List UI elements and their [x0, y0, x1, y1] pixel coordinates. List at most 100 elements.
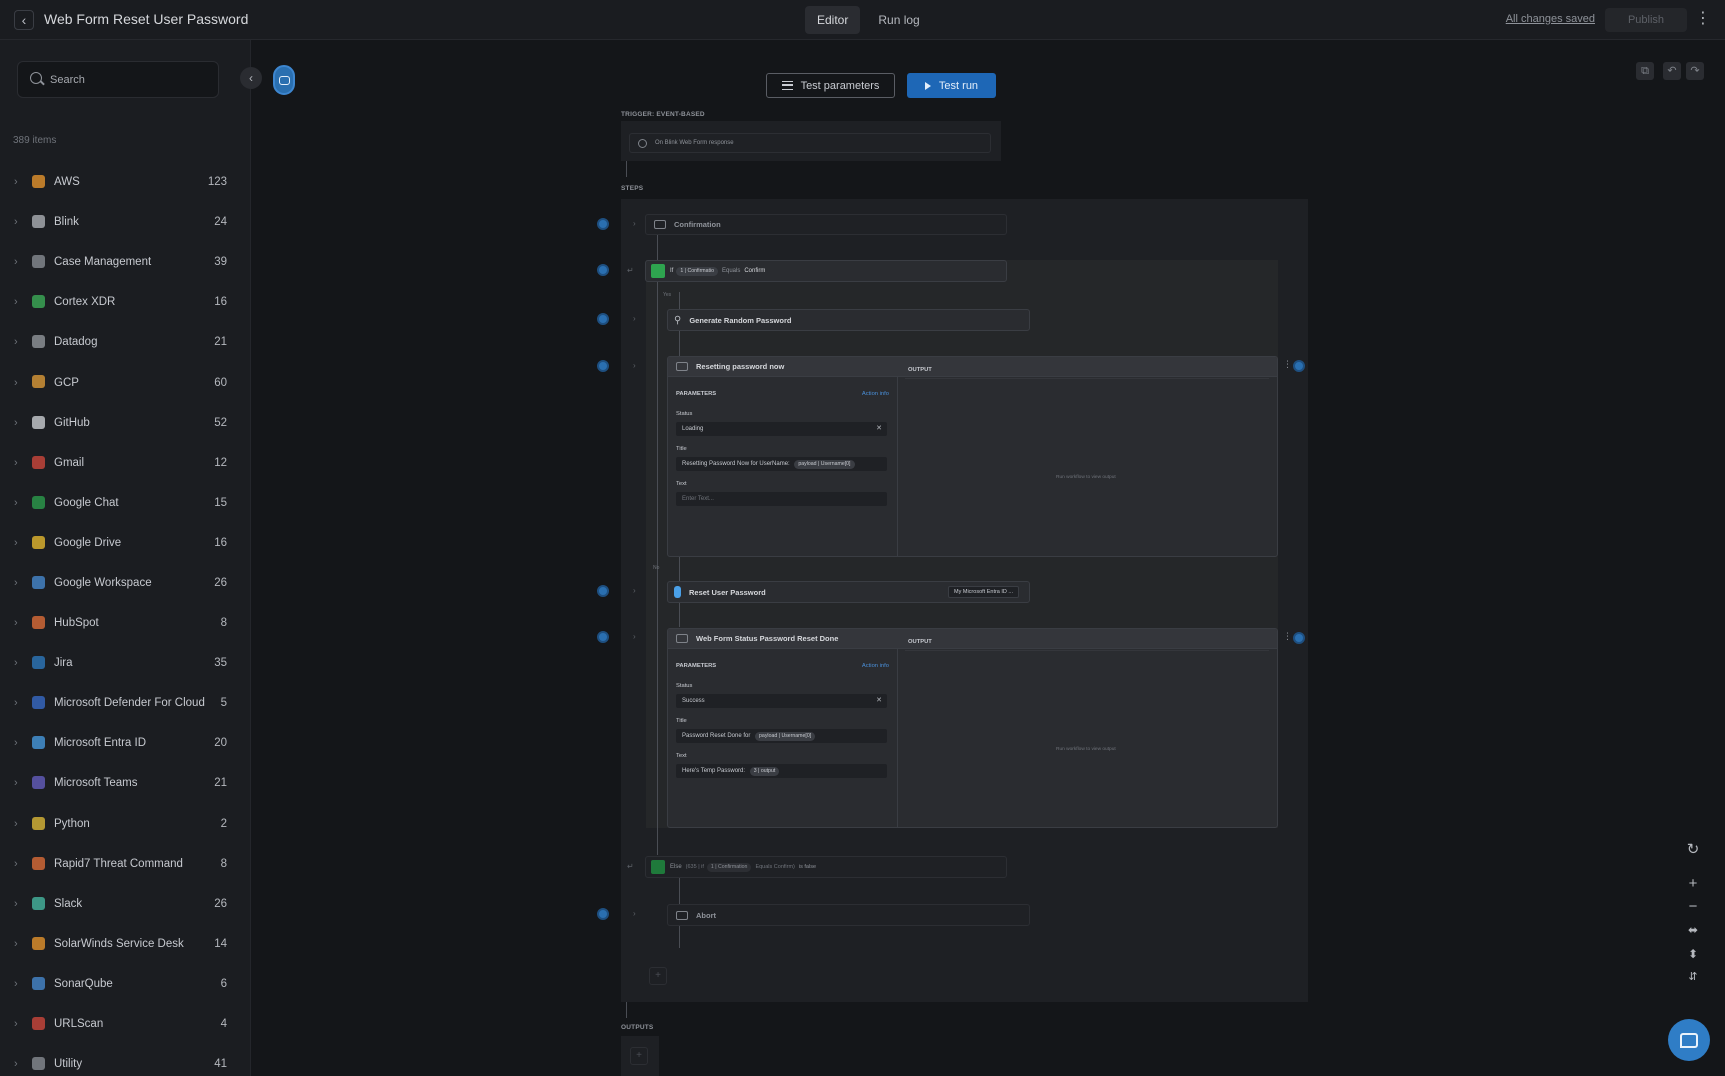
title-field[interactable]: Password Reset Done for payload | Userna…	[676, 729, 887, 743]
list-item[interactable]: › GitHub 52	[0, 403, 251, 443]
list-item[interactable]: › Gmail 12	[0, 443, 251, 483]
clear-icon[interactable]: ✕	[876, 694, 882, 708]
add-step-icon[interactable]: +	[649, 967, 667, 985]
list-item[interactable]: › SonarQube 6	[0, 964, 251, 1004]
chevron-right-icon[interactable]: ›	[14, 858, 18, 870]
chevron-right-icon[interactable]: ›	[14, 497, 18, 509]
chevron-right-icon[interactable]: ›	[14, 657, 18, 669]
step-menu-icon[interactable]: ⋮	[1283, 631, 1292, 642]
save-status[interactable]: All changes saved	[1506, 13, 1595, 25]
list-item[interactable]: › SolarWinds Service Desk 14	[0, 924, 251, 964]
test-parameters-button[interactable]: Test parameters	[766, 73, 895, 98]
list-item[interactable]: › Google Workspace 26	[0, 563, 251, 603]
step-run-icon[interactable]	[597, 360, 609, 372]
chevron-right-icon[interactable]: ›	[14, 216, 18, 228]
chevron-down-icon[interactable]: ›	[633, 361, 636, 370]
search-input[interactable]	[50, 62, 210, 97]
list-item[interactable]: › HubSpot 8	[0, 603, 251, 643]
chevron-right-icon[interactable]: ›	[14, 417, 18, 429]
title-field[interactable]: Resetting Password Now for UserName: pay…	[676, 457, 887, 471]
trigger-step[interactable]: On Blink Web Form response	[629, 133, 991, 153]
list-item[interactable]: › Rapid7 Threat Command 8	[0, 844, 251, 884]
chevron-right-icon[interactable]: ›	[14, 1018, 18, 1030]
list-item[interactable]: › Microsoft Defender For Cloud 5	[0, 683, 251, 723]
list-item[interactable]: › Cortex XDR 16	[0, 282, 251, 322]
list-item[interactable]: › GCP 60	[0, 362, 251, 402]
back-icon[interactable]: ‹	[14, 10, 34, 30]
list-item[interactable]: › Utility 41	[0, 1044, 251, 1076]
fit-height-icon[interactable]: ⬍	[1685, 946, 1701, 962]
text-field[interactable]: Here's Temp Password: 3 | output	[676, 764, 887, 778]
list-item[interactable]: › Google Chat 15	[0, 483, 251, 523]
action-info-link[interactable]: Action info	[862, 391, 889, 397]
copilot-step-icon[interactable]	[1293, 360, 1305, 372]
list-item[interactable]: › Slack 26	[0, 884, 251, 924]
list-item[interactable]: › Case Management 39	[0, 242, 251, 282]
publish-button[interactable]: Publish	[1605, 8, 1687, 32]
chat-support-button[interactable]	[1668, 1019, 1710, 1061]
zoom-in-icon[interactable]: +	[1685, 876, 1701, 892]
chevron-right-icon[interactable]: ›	[14, 938, 18, 950]
chevron-right-icon[interactable]: ›	[14, 818, 18, 830]
step-run-icon[interactable]	[597, 585, 609, 597]
clear-icon[interactable]: ✕	[876, 422, 882, 436]
chevron-right-icon[interactable]: ›	[14, 697, 18, 709]
tab-run-log[interactable]: Run log	[866, 6, 931, 34]
step-if-condition[interactable]: If 1 | Confirmatio Equals Confirm	[645, 260, 1007, 282]
chevron-right-icon[interactable]: ›	[633, 219, 636, 228]
status-field[interactable]: Loading ✕	[676, 422, 887, 436]
copy-icon[interactable]: ⧉	[1636, 62, 1654, 80]
step-run-icon[interactable]	[597, 264, 609, 276]
add-output-icon[interactable]: +	[630, 1047, 648, 1065]
step-run-icon[interactable]	[597, 218, 609, 230]
tab-editor[interactable]: Editor	[805, 6, 861, 34]
zoom-out-icon[interactable]: −	[1685, 899, 1701, 915]
branch-icon[interactable]: ↵	[627, 266, 634, 275]
list-item[interactable]: › Microsoft Entra ID 20	[0, 723, 251, 763]
redo-icon[interactable]: ↷	[1686, 62, 1704, 80]
list-item[interactable]: › Jira 35	[0, 643, 251, 683]
reset-view-icon[interactable]: ↻	[1685, 842, 1701, 858]
list-item[interactable]: › Python 2	[0, 804, 251, 844]
more-options-icon[interactable]: ⋮	[1695, 9, 1711, 29]
text-field[interactable]: Enter Text...	[676, 492, 887, 506]
copilot-icon[interactable]	[273, 65, 295, 95]
list-item[interactable]: › Google Drive 16	[0, 523, 251, 563]
connection-select[interactable]: My Microsoft Entra ID ...	[948, 586, 1019, 598]
chevron-right-icon[interactable]: ›	[14, 898, 18, 910]
step-run-icon[interactable]	[597, 908, 609, 920]
chevron-right-icon[interactable]: ›	[14, 577, 18, 589]
chevron-right-icon[interactable]: ›	[14, 737, 18, 749]
chevron-right-icon[interactable]: ›	[14, 256, 18, 268]
chevron-down-icon[interactable]: ›	[633, 632, 636, 641]
chevron-right-icon[interactable]: ›	[14, 1058, 18, 1070]
action-info-link[interactable]: Action info	[862, 663, 889, 669]
list-item[interactable]: › AWS 123	[0, 162, 251, 202]
collapse-sidebar-icon[interactable]: ‹	[240, 67, 262, 89]
chevron-right-icon[interactable]: ›	[14, 336, 18, 348]
chevron-right-icon[interactable]: ›	[14, 296, 18, 308]
undo-icon[interactable]: ↶	[1663, 62, 1681, 80]
step-header[interactable]: Web Form Status Password Reset Done	[668, 629, 1277, 649]
chevron-right-icon[interactable]: ›	[14, 377, 18, 389]
step-run-icon[interactable]	[597, 313, 609, 325]
step-abort[interactable]: Abort	[667, 904, 1030, 926]
copilot-step-icon[interactable]	[1293, 632, 1305, 644]
step-generate-password[interactable]: ⚲ Generate Random Password	[667, 309, 1030, 331]
chevron-right-icon[interactable]: ›	[14, 457, 18, 469]
list-item[interactable]: › URLScan 4	[0, 1004, 251, 1044]
chevron-right-icon[interactable]: ›	[14, 617, 18, 629]
list-item[interactable]: › Datadog 21	[0, 322, 251, 362]
step-run-icon[interactable]	[597, 631, 609, 643]
chevron-right-icon[interactable]: ›	[633, 909, 636, 918]
branch-icon[interactable]: ↵	[627, 862, 634, 871]
step-header[interactable]: Resetting password now	[668, 357, 1277, 377]
chevron-right-icon[interactable]: ›	[14, 978, 18, 990]
step-confirmation[interactable]: Confirmation	[645, 214, 1007, 235]
chevron-right-icon[interactable]: ›	[14, 176, 18, 188]
list-item[interactable]: › Microsoft Teams 21	[0, 763, 251, 803]
fit-width-icon[interactable]: ⬌	[1685, 922, 1701, 938]
status-field[interactable]: Success ✕	[676, 694, 887, 708]
chevron-right-icon[interactable]: ›	[14, 537, 18, 549]
chevron-right-icon[interactable]: ›	[14, 777, 18, 789]
